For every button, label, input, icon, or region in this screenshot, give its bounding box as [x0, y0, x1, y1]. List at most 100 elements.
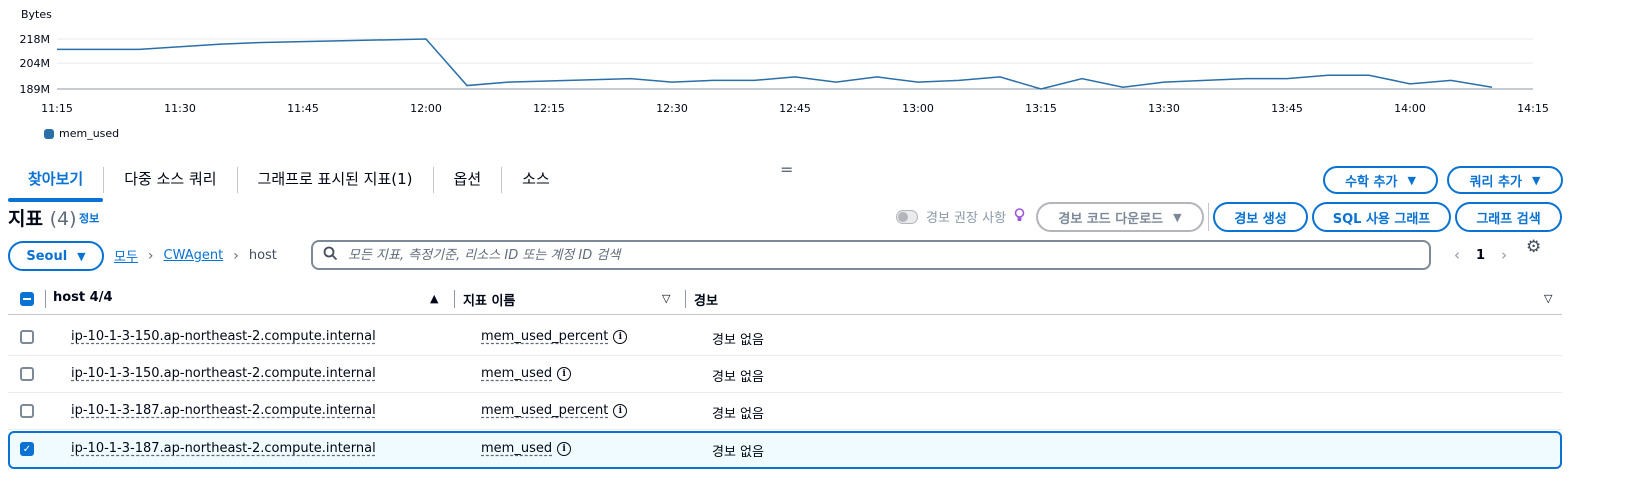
host-name[interactable]: ip-10-1-3-150.ap-northeast-2.compute.int…	[71, 366, 376, 381]
breadcrumb-current: host	[248, 248, 277, 263]
search-input[interactable]	[346, 246, 1400, 264]
current-page[interactable]: 1	[1476, 248, 1485, 263]
x-tick-label: 14:15	[1517, 102, 1549, 115]
metric-name[interactable]: mem_used_percent	[481, 329, 608, 344]
sort-ascending-icon[interactable]: ▲	[430, 292, 438, 305]
row-checkbox-checked[interactable]: ✓	[20, 442, 34, 456]
y-tick-label: 218M	[20, 33, 51, 46]
select-all-checkbox[interactable]	[20, 292, 34, 306]
tab-browse[interactable]: 찾아보기	[8, 160, 104, 202]
column-divider	[454, 290, 455, 308]
memory-chart: Bytes 218M 204M 189M 11:15 11:30 11:45 12:00 12:…	[20, 8, 1549, 115]
next-page-icon[interactable]: ›	[1501, 246, 1507, 264]
metric-name[interactable]: mem_used_percent	[481, 403, 608, 418]
metrics-count: (4)	[49, 208, 77, 230]
info-icon[interactable]: i	[613, 329, 628, 344]
column-divider	[45, 290, 46, 308]
alarm-status: 경보 없음	[712, 333, 764, 348]
alarm-status: 경보 없음	[712, 445, 764, 460]
x-tick-label: 13:15	[1025, 102, 1057, 115]
add-math-button[interactable]: 수학 추가 ▼	[1323, 166, 1438, 194]
add-math-label: 수학 추가	[1345, 174, 1398, 190]
x-tick-label: 14:00	[1394, 102, 1426, 115]
tab-options[interactable]: 옵션	[434, 160, 502, 200]
legend-label: mem_used	[59, 127, 120, 140]
series-line-mem_used	[57, 38, 1493, 90]
search-bar	[311, 240, 1431, 270]
row-checkbox[interactable]	[20, 330, 34, 344]
alarm-status: 경보 없음	[712, 370, 764, 385]
breadcrumb-namespace[interactable]: CWAgent	[164, 248, 224, 263]
host-name[interactable]: ip-10-1-3-150.ap-northeast-2.compute.int…	[71, 329, 376, 344]
column-divider	[685, 290, 686, 308]
column-host[interactable]: host 4/4	[53, 290, 113, 305]
button-divider	[1208, 203, 1209, 231]
metric-cell: mem_used_percent i	[481, 329, 628, 344]
tab-source[interactable]: 소스	[502, 160, 570, 200]
alarm-status: 경보 없음	[712, 407, 764, 422]
x-tick-label: 13:45	[1271, 102, 1303, 115]
page-title: 지표 (4)	[8, 204, 77, 231]
info-icon[interactable]: i	[557, 366, 572, 381]
row-checkbox[interactable]	[20, 404, 34, 418]
table-row-selected[interactable]: ✓ ip-10-1-3-187.ap-northeast-2.compute.i…	[8, 431, 1562, 469]
resize-handle[interactable]: =	[780, 160, 793, 179]
column-metric-name[interactable]: 지표 이름	[463, 290, 515, 309]
x-tick-label: 11:30	[164, 102, 196, 115]
column-alarm[interactable]: 경보	[694, 290, 718, 309]
table-row[interactable]: ip-10-1-3-187.ap-northeast-2.compute.int…	[8, 393, 1562, 430]
breadcrumb-all[interactable]: 모두	[114, 246, 138, 265]
y-tick-label: 204M	[20, 57, 51, 70]
x-tick-label: 12:30	[656, 102, 688, 115]
metric-name[interactable]: mem_used	[481, 366, 552, 381]
info-link[interactable]: 정보	[79, 210, 99, 226]
x-tick-label: 13:30	[1148, 102, 1180, 115]
add-query-button[interactable]: 쿼리 추가 ▼	[1447, 166, 1563, 194]
host-name[interactable]: ip-10-1-3-187.ap-northeast-2.compute.int…	[71, 403, 376, 418]
metric-cell: mem_used_percent i	[481, 403, 628, 418]
add-query-label: 쿼리 추가	[1469, 174, 1522, 190]
gear-icon[interactable]: ⚙	[1526, 237, 1541, 257]
info-icon[interactable]: i	[613, 403, 628, 418]
graph-with-sql-button[interactable]: SQL 사용 그래프	[1312, 202, 1451, 232]
caret-down-icon: ▼	[1407, 173, 1416, 187]
x-tick-label: 12:00	[410, 102, 442, 115]
metric-cell: mem_used i	[481, 366, 572, 381]
create-alarm-button[interactable]: 경보 생성	[1213, 202, 1308, 232]
table-row[interactable]: ip-10-1-3-150.ap-northeast-2.compute.int…	[8, 319, 1562, 356]
x-tick-label: 11:15	[41, 102, 73, 115]
metric-name[interactable]: mem_used	[481, 441, 552, 456]
graph-search-button[interactable]: 그래프 검색	[1455, 202, 1562, 232]
info-icon[interactable]: i	[557, 441, 572, 456]
x-tick-label: 12:15	[533, 102, 565, 115]
alarm-code-download-button[interactable]: 경보 코드 다운로드 ▼	[1036, 202, 1204, 232]
tab-multi-source-query[interactable]: 다중 소스 쿼리	[104, 160, 236, 200]
chevron-right-icon: ›	[233, 247, 239, 264]
caret-down-icon: ▼	[77, 249, 86, 263]
x-tick-label: 12:45	[779, 102, 811, 115]
tab-graphed-metrics[interactable]: 그래프로 표시된 지표(1)	[238, 160, 433, 200]
search-icon	[323, 246, 338, 265]
pagination: ‹ 1 ›	[1454, 246, 1507, 264]
region-label: Seoul	[26, 248, 68, 264]
region-selector[interactable]: Seoul ▼	[8, 241, 104, 271]
breadcrumb: 모두 › CWAgent › host	[114, 246, 277, 266]
sort-icon[interactable]: ▽	[662, 292, 670, 305]
sort-icon[interactable]: ▽	[1544, 292, 1552, 305]
y-tick-label: 189M	[20, 83, 51, 96]
tab-bar: 찾아보기 다중 소스 쿼리 그래프로 표시된 지표(1) 옵션 소스	[8, 160, 570, 202]
table-header: host 4/4 ▲ 지표 이름 ▽ 경보 ▽	[8, 286, 1562, 315]
y-axis-label: Bytes	[21, 8, 52, 21]
chevron-right-icon: ›	[147, 247, 154, 264]
alarm-recommendations-label: 경보 권장 사항	[926, 211, 1007, 226]
row-checkbox[interactable]	[20, 367, 34, 381]
host-name[interactable]: ip-10-1-3-187.ap-northeast-2.compute.int…	[71, 441, 376, 456]
x-tick-label: 13:00	[902, 102, 934, 115]
table-row[interactable]: ip-10-1-3-150.ap-northeast-2.compute.int…	[8, 356, 1562, 393]
legend-swatch	[44, 128, 54, 139]
alarm-recommendations-toggle[interactable]: 경보 권장 사항	[896, 207, 1025, 226]
alarm-code-download-label: 경보 코드 다운로드	[1058, 211, 1164, 227]
prev-page-icon[interactable]: ‹	[1454, 246, 1460, 264]
x-tick-label: 11:45	[287, 102, 319, 115]
toggle-switch[interactable]	[896, 209, 918, 224]
